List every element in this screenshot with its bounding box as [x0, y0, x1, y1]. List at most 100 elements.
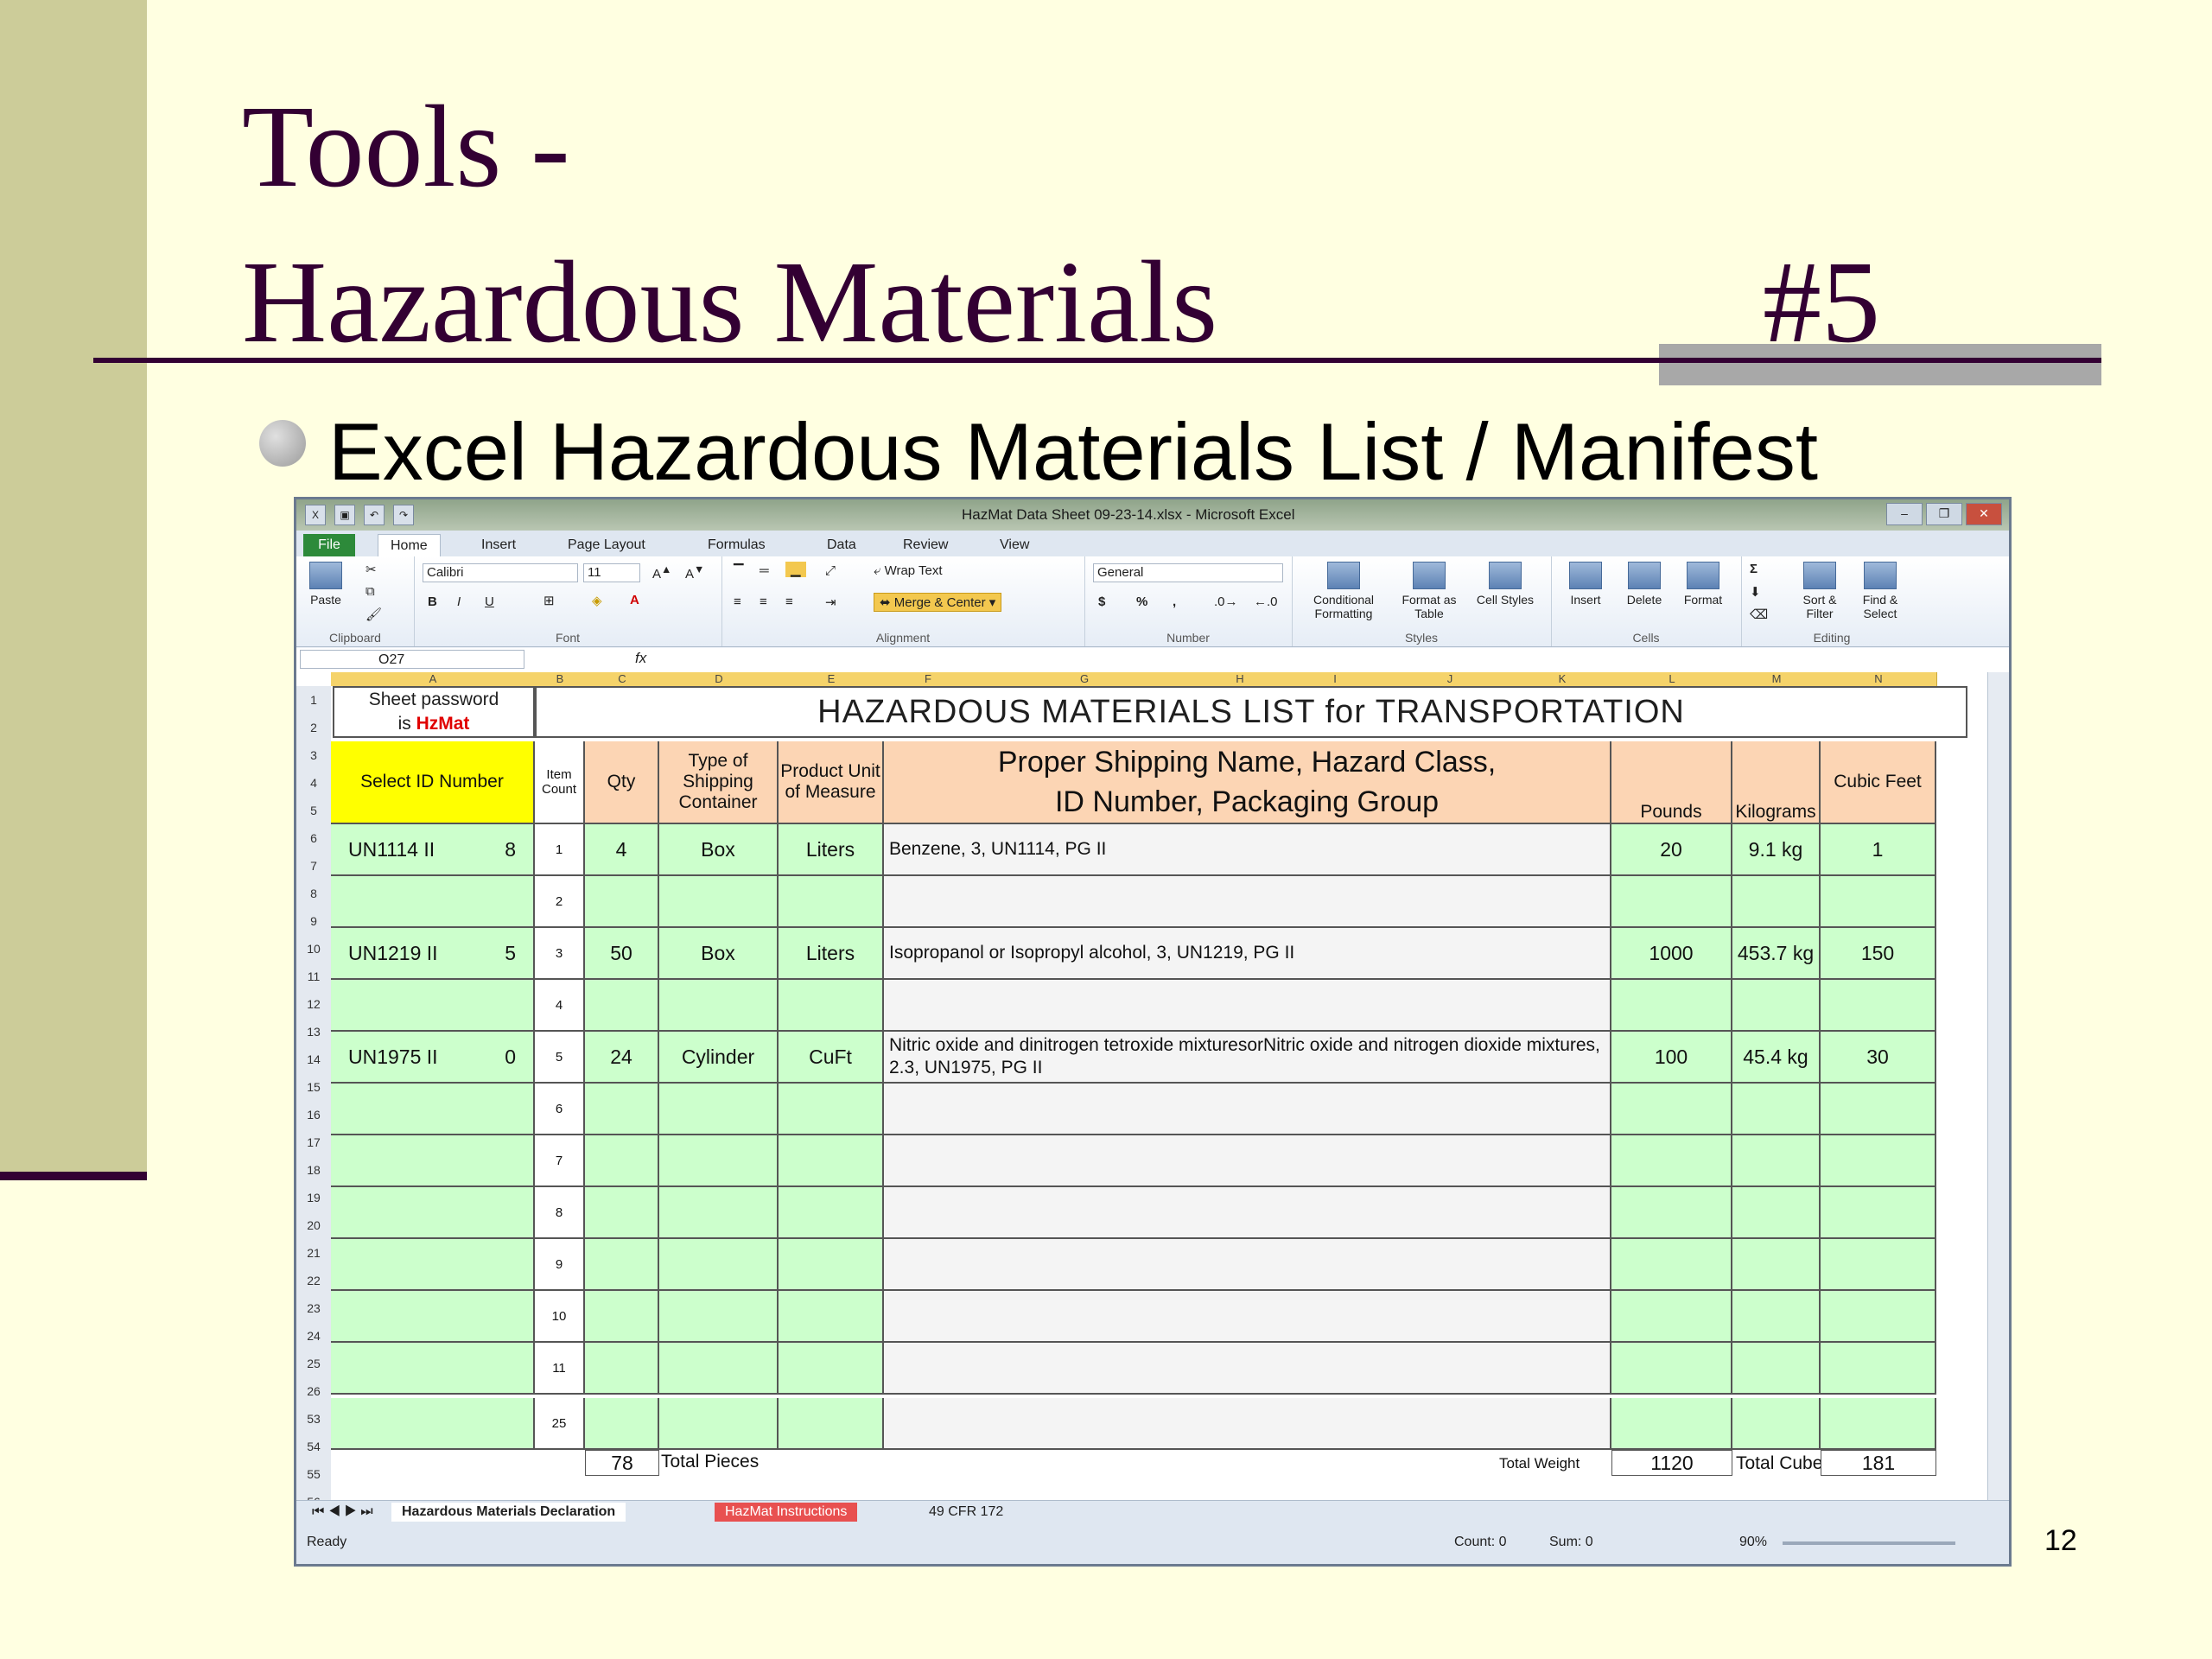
cell-kg[interactable] [1732, 1239, 1821, 1291]
zoom-level[interactable]: 90% [1739, 1535, 1767, 1550]
row-header[interactable]: 4 [296, 769, 331, 798]
format-cells-button[interactable]: Format [1681, 562, 1726, 607]
column-header-c[interactable]: C [585, 672, 660, 686]
cell-unit[interactable] [779, 1187, 884, 1239]
tab-insert[interactable]: Insert [469, 534, 528, 556]
cell-container[interactable] [659, 1187, 779, 1239]
align-left-icon[interactable]: ≡ [734, 594, 741, 609]
format-as-table-button[interactable]: Format as Table [1390, 562, 1468, 620]
indent-icon[interactable]: ⇥ [825, 594, 836, 610]
cell-pounds[interactable]: 100 [1611, 1032, 1732, 1084]
cell-select-id[interactable] [331, 1187, 535, 1239]
cell-kg[interactable]: 453.7 kg [1732, 928, 1821, 980]
sheet-nav-icon[interactable]: ⏮ ◀ ▶ ⏭ [302, 1503, 384, 1522]
cell-unit[interactable] [779, 1398, 884, 1450]
tab-formulas[interactable]: Formulas [696, 534, 778, 556]
fx-icon[interactable]: fx [635, 650, 646, 667]
find-select-button[interactable]: Find & Select [1852, 562, 1909, 620]
cell-unit[interactable]: Liters [779, 928, 884, 980]
percent-button[interactable]: % [1136, 594, 1147, 609]
cell-qty[interactable] [585, 1084, 659, 1135]
grow-font-icon[interactable]: A▲ [652, 563, 671, 582]
cell-select-id[interactable] [331, 1135, 535, 1187]
row-header[interactable]: 9 [296, 907, 331, 936]
underline-button[interactable]: U [485, 594, 494, 609]
row-header[interactable]: 23 [296, 1294, 331, 1323]
sheet-tab-declaration[interactable]: Hazardous Materials Declaration [391, 1503, 626, 1522]
row-header[interactable]: 54 [296, 1433, 331, 1461]
tab-home[interactable]: Home [378, 534, 441, 557]
column-header-d[interactable]: D [659, 672, 779, 686]
row-header[interactable]: 25 [296, 1350, 331, 1378]
shrink-font-icon[interactable]: A▼ [685, 563, 704, 582]
cell-cuft[interactable] [1821, 1135, 1936, 1187]
conditional-formatting-button[interactable]: Conditional Formatting [1300, 562, 1387, 620]
cell-select-id[interactable]: UN1975 II 0 [331, 1032, 535, 1084]
column-header-i[interactable]: I [1283, 672, 1388, 686]
cell-styles-button[interactable]: Cell Styles [1475, 562, 1535, 607]
cell-pounds[interactable] [1611, 1187, 1732, 1239]
cell-select-id[interactable] [331, 1291, 535, 1343]
row-header[interactable]: 5 [296, 797, 331, 825]
row-header[interactable]: 12 [296, 990, 331, 1019]
cell-container[interactable] [659, 1135, 779, 1187]
column-header-m[interactable]: M [1732, 672, 1821, 686]
align-center-icon[interactable]: ≡ [760, 594, 767, 609]
cell-qty[interactable] [585, 1291, 659, 1343]
borders-icon[interactable]: ⊞ [543, 593, 555, 608]
cell-unit[interactable] [779, 1291, 884, 1343]
cell-cuft[interactable] [1821, 1343, 1936, 1395]
cell-kg[interactable]: 45.4 kg [1732, 1032, 1821, 1084]
cell-kg[interactable] [1732, 1343, 1821, 1395]
cell-qty[interactable] [585, 1343, 659, 1395]
cell-cuft[interactable]: 1 [1821, 824, 1936, 876]
align-middle-icon[interactable]: ═ [760, 563, 769, 578]
row-header[interactable]: 20 [296, 1211, 331, 1240]
row-header[interactable]: 19 [296, 1184, 331, 1212]
cell-qty[interactable]: 50 [585, 928, 659, 980]
cell-select-id[interactable]: UN1114 II 8 [331, 824, 535, 876]
row-header[interactable]: 10 [296, 935, 331, 963]
row-header[interactable]: 2 [296, 714, 331, 742]
cell-container[interactable]: Box [659, 824, 779, 876]
cell-cuft[interactable]: 150 [1821, 928, 1936, 980]
cell-select-id[interactable] [331, 876, 535, 928]
fill-color-icon[interactable]: ◈ [592, 593, 602, 608]
paste-button[interactable]: Paste [303, 562, 348, 607]
row-header[interactable]: 22 [296, 1267, 331, 1295]
cell-kg[interactable] [1732, 1291, 1821, 1343]
cell-container[interactable] [659, 1291, 779, 1343]
row-header[interactable]: 6 [296, 824, 331, 853]
cell-cuft[interactable] [1821, 980, 1936, 1032]
cell-container[interactable] [659, 876, 779, 928]
column-header-f[interactable]: F [884, 672, 973, 686]
cell-pounds[interactable] [1611, 876, 1732, 928]
row-header[interactable]: 56 [296, 1488, 331, 1500]
row-header[interactable]: 1 [296, 686, 331, 715]
cell-unit[interactable] [779, 1084, 884, 1135]
zoom-slider[interactable] [1783, 1541, 1955, 1545]
restore-button[interactable]: ❐ [1926, 503, 1962, 525]
cell-kg[interactable] [1732, 1084, 1821, 1135]
save-icon[interactable]: ▣ [334, 505, 355, 525]
format-painter-icon[interactable]: 🖌 [365, 607, 382, 622]
tab-page-layout[interactable]: Page Layout [556, 534, 658, 556]
cell-unit[interactable] [779, 1239, 884, 1291]
row-header[interactable]: 18 [296, 1156, 331, 1185]
cell-kg[interactable] [1732, 1398, 1821, 1450]
font-name-select[interactable]: Calibri [423, 563, 578, 582]
cell-container[interactable] [659, 980, 779, 1032]
sheet-tab-49cfr[interactable]: 49 CFR 172 [918, 1503, 1014, 1522]
cell-qty[interactable] [585, 876, 659, 928]
cell-pounds[interactable] [1611, 1291, 1732, 1343]
cell-kg[interactable] [1732, 1187, 1821, 1239]
cell-pounds[interactable]: 1000 [1611, 928, 1732, 980]
bold-button[interactable]: B [428, 594, 437, 609]
cell-container[interactable] [659, 1084, 779, 1135]
cell-unit[interactable] [779, 1343, 884, 1395]
clear-icon[interactable]: ⌫ [1750, 607, 1768, 622]
column-header-j[interactable]: J [1387, 672, 1514, 686]
merge-center-button[interactable]: ⬌ Merge & Center ▾ [874, 593, 1002, 612]
tab-view[interactable]: View [988, 534, 1041, 556]
cell-cuft[interactable] [1821, 1187, 1936, 1239]
